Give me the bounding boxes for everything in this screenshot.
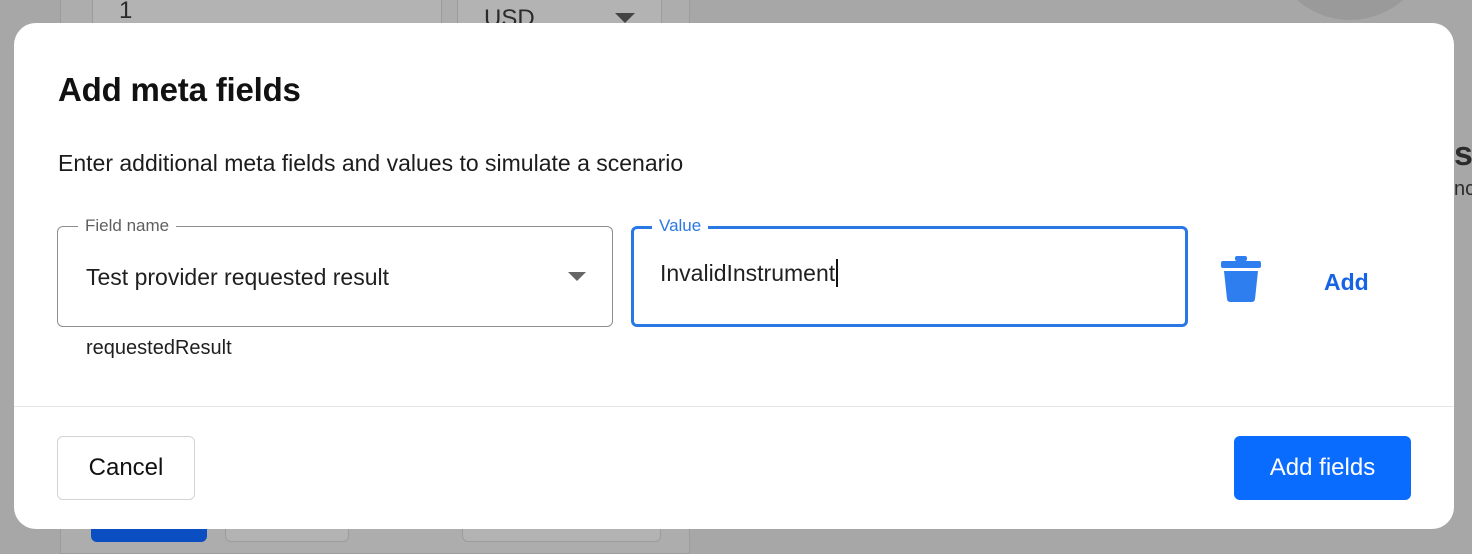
footer-divider [14, 406, 1454, 407]
add-meta-fields-dialog: Add meta fields Enter additional meta fi… [14, 23, 1454, 529]
value-label: Value [652, 215, 709, 237]
field-name-helper-text: requestedResult [86, 337, 232, 359]
trash-icon[interactable] [1221, 256, 1261, 302]
background-right-fragment: nc [1454, 178, 1472, 200]
value-input-text: InvalidInstrument [660, 260, 836, 286]
background-tertiary-button [462, 528, 661, 542]
cancel-button[interactable]: Cancel [57, 436, 195, 500]
value-input[interactable]: Value InvalidInstrument [631, 215, 1188, 327]
background-chevron-down-icon [615, 13, 635, 23]
background-quantity-value: 1 [119, 0, 133, 24]
field-name-label: Field name [78, 215, 177, 237]
background-avatar [1270, 0, 1430, 20]
field-name-select[interactable]: Field name Test provider requested resul… [57, 215, 613, 327]
dialog-description: Enter additional meta fields and values … [58, 150, 684, 176]
field-name-selected-value: Test provider requested result [86, 264, 389, 290]
value-text-wrapper: InvalidInstrument [660, 259, 838, 287]
chevron-down-icon [568, 272, 586, 281]
background-right-letter: s [1454, 135, 1472, 173]
add-fields-button[interactable]: Add fields [1234, 436, 1411, 500]
background-primary-button [91, 528, 207, 542]
dialog-title: Add meta fields [58, 71, 301, 108]
background-secondary-button [225, 528, 349, 542]
text-cursor [836, 259, 838, 287]
add-field-button[interactable]: Add [1314, 263, 1379, 302]
